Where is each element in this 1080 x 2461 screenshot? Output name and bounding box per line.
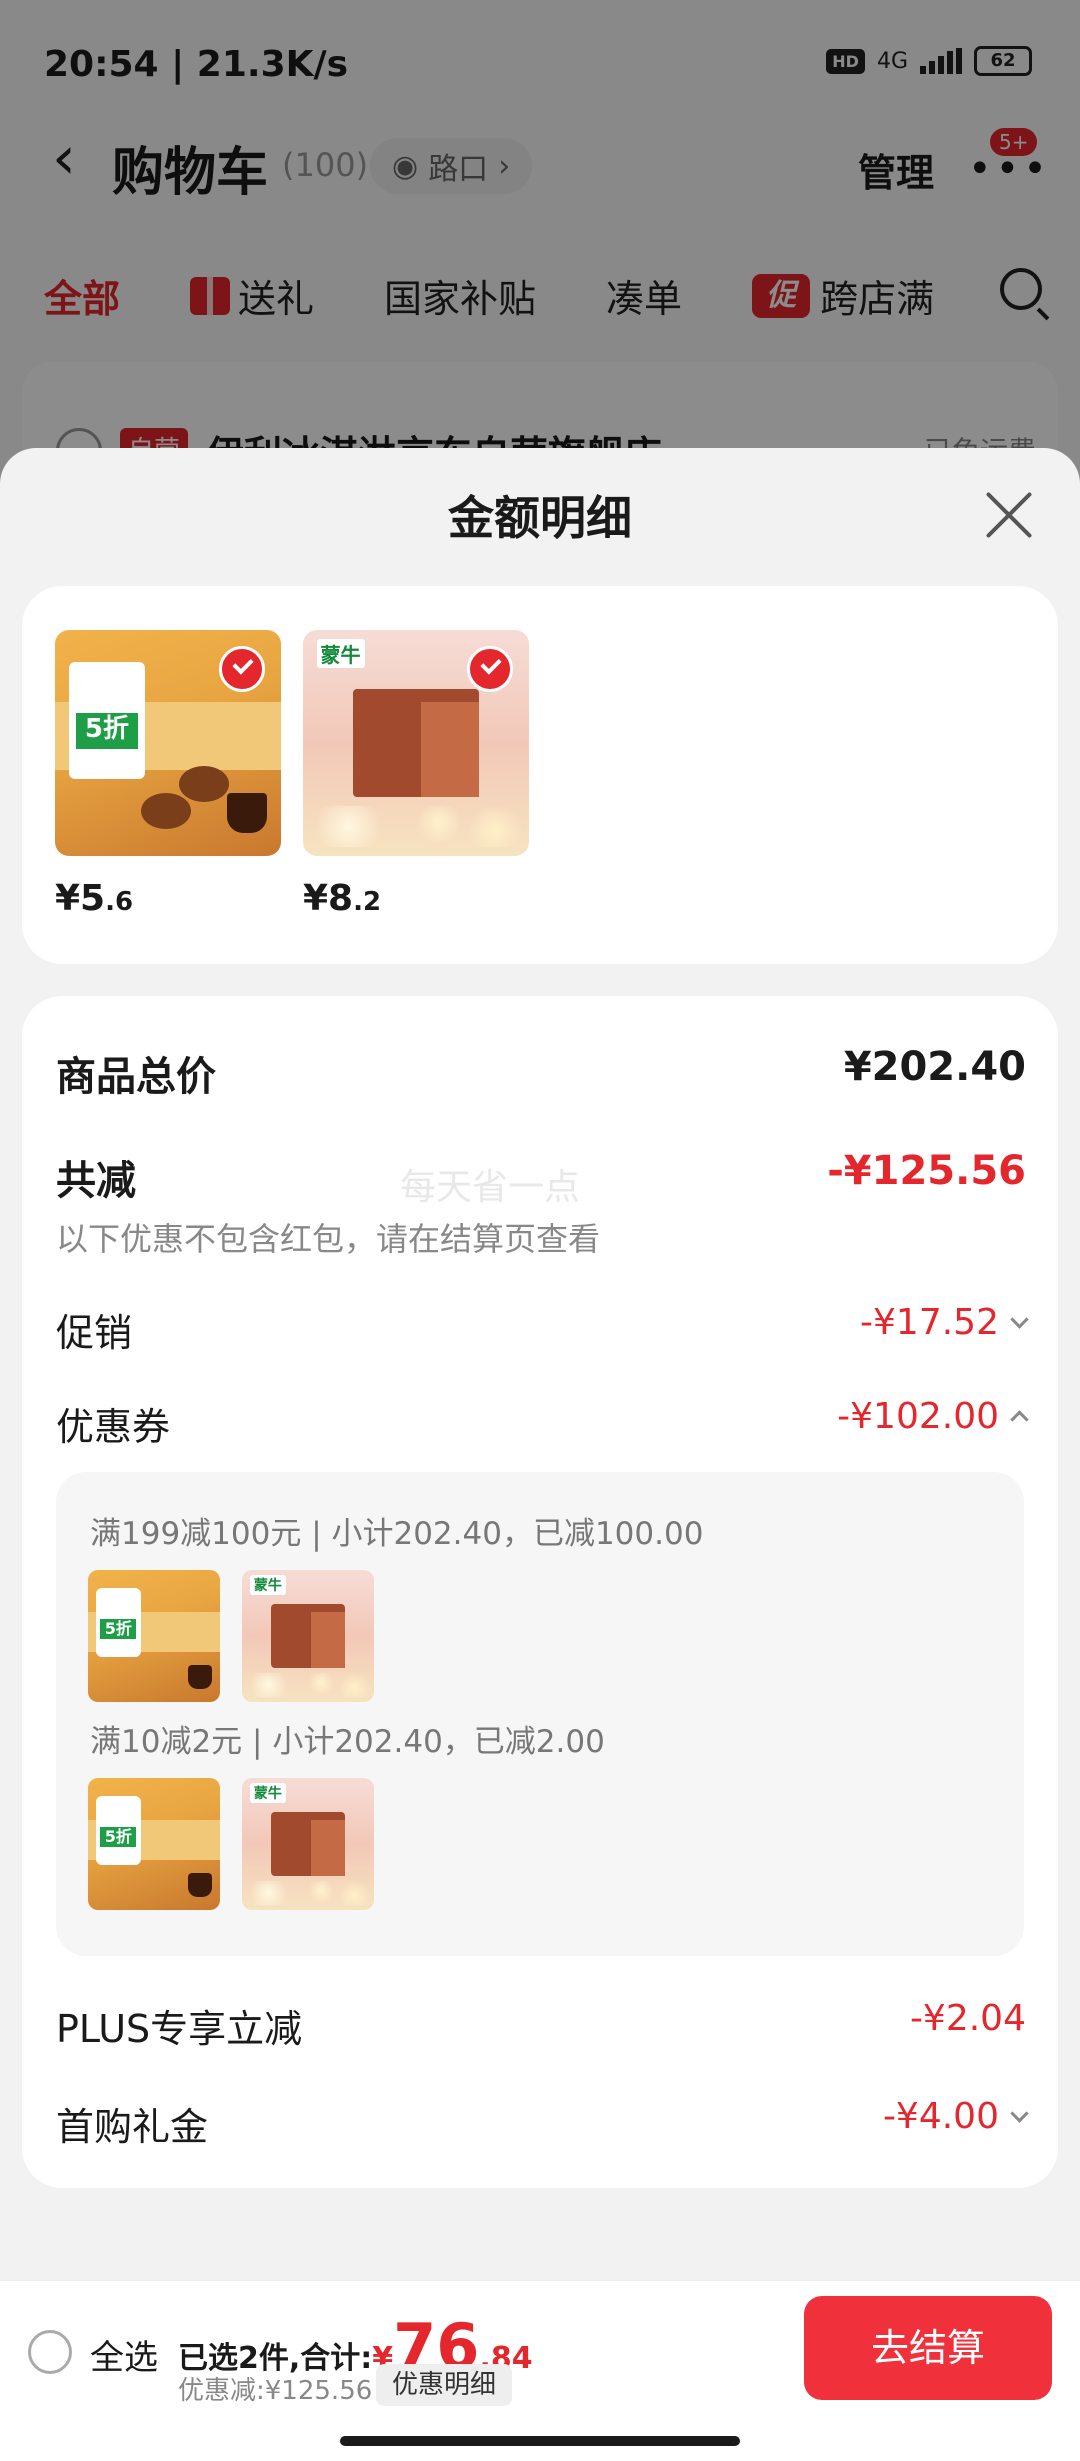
ice-cream-box-product-image: 5折 [55,630,281,856]
sale-badge: 5折 [100,1826,137,1848]
first-purchase-row[interactable]: -¥4.00 [882,2096,1029,2137]
sale-badge: 5折 [76,713,138,749]
coupon-product-thumb: 5折 [88,1570,220,1702]
total-reduce-value: -¥125.56 [827,1148,1026,1194]
price-decimal: .6 [105,887,134,917]
chevron-up-icon [1010,1410,1029,1429]
product-price: ¥5.6 x2 [55,878,281,1165]
coupon-rule: 满199减100元 | 小计202.40，已减100.00 [90,1516,704,1552]
product-price: ¥8.2 x8 [303,878,529,1165]
brand-logo: 蒙牛 [249,1783,286,1804]
plus-discount-value: -¥2.04 [909,1998,1026,2039]
red-packet-note: 以下优惠不包含红包，请在结算页查看 [56,1220,601,1258]
coupon-label: 优惠券 [56,1405,171,1449]
checkout-button[interactable]: 去结算 [804,2296,1052,2400]
watermark-text: 每天省一点 [400,1167,581,1208]
total-reduce-label: 共减 [56,1158,136,1204]
promotion-label: 促销 [56,1311,133,1355]
coupon-value: -¥102.00 [837,1396,999,1437]
chocolate-ice-cream-product-image: 蒙牛 [303,630,529,856]
first-purchase-label: 首购礼金 [56,2105,209,2149]
home-indicator[interactable] [340,2436,740,2446]
brand-logo: 蒙牛 [316,639,365,669]
discount-summary: 优惠减:¥125.56 [178,2376,373,2406]
chevron-down-icon [1010,2104,1029,2123]
coupon-product-thumb: 蒙牛 [242,1778,374,1910]
first-purchase-value: -¥4.00 [882,2096,999,2137]
checked-icon [467,646,513,692]
price-integer: ¥5 [55,878,106,919]
discount-detail-button[interactable]: 优惠明细 [376,2364,513,2406]
select-all-label[interactable]: 全选 [90,2330,158,2379]
promotion-value: -¥17.52 [860,1302,999,1343]
select-all-radio[interactable] [28,2330,72,2374]
coupon-row[interactable]: -¥102.00 [837,1396,1029,1437]
coupon-product-thumb: 5折 [88,1778,220,1910]
plus-discount-label: PLUS专享立减 [56,2007,303,2051]
price-decimal: .2 [353,887,382,917]
promotion-row[interactable]: -¥17.52 [860,1302,1029,1343]
chevron-down-icon [1010,1310,1029,1329]
coupon-rule: 满10减2元 | 小计202.40，已减2.00 [90,1724,605,1760]
selected-products-card: 5折 ¥5.6 x2 蒙牛 ¥8.2 x8 [22,586,1058,1165]
checked-icon [219,646,265,692]
price-integer: ¥8 [303,878,354,919]
sheet-title: 金额明细 [448,491,632,545]
coupon-product-thumb: 蒙牛 [242,1570,374,1702]
total-price-label: 商品总价 [56,1054,216,1100]
sale-badge: 5折 [100,1618,137,1640]
brand-logo: 蒙牛 [249,1575,286,1596]
total-price-value: ¥202.40 [843,1044,1026,1090]
close-icon[interactable] [984,490,1034,540]
